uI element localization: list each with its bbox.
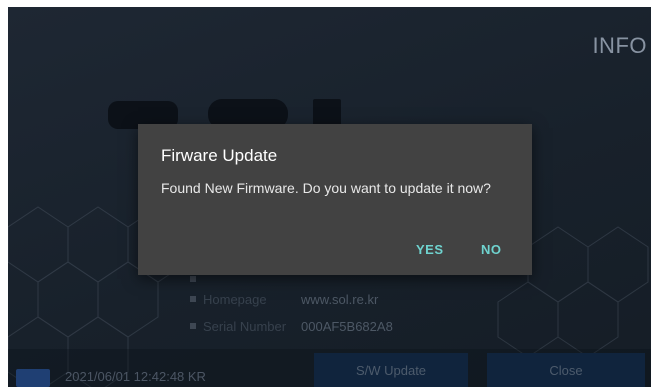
bullet-icon bbox=[190, 296, 196, 302]
info-row-serial-number: Serial Number 000AF5B682A8 bbox=[190, 316, 510, 336]
datetime-display: 2021/06/01 12:42:48 KR bbox=[65, 369, 206, 384]
dialog-title: Firware Update bbox=[161, 146, 278, 165]
connection-status-icon bbox=[16, 369, 50, 387]
info-row-homepage: Homepage www.sol.re.kr bbox=[190, 289, 510, 309]
firmware-update-dialog: Firware Update Found New Firmware. Do yo… bbox=[138, 124, 532, 275]
sw-update-button[interactable]: S/W Update bbox=[314, 353, 468, 387]
yes-button[interactable]: YES bbox=[416, 242, 444, 257]
bullet-icon bbox=[190, 276, 196, 282]
close-button[interactable]: Close bbox=[487, 353, 645, 387]
dialog-message: Found New Firmware. Do you want to updat… bbox=[161, 180, 491, 196]
no-button[interactable]: NO bbox=[481, 242, 502, 257]
row-label: Serial Number bbox=[203, 318, 287, 334]
row-value: 000AF5B682A8 bbox=[301, 318, 393, 334]
page-title: INFO bbox=[592, 33, 647, 58]
bullet-icon bbox=[190, 323, 196, 329]
row-label: Homepage bbox=[203, 291, 267, 307]
row-value: www.sol.re.kr bbox=[301, 291, 379, 307]
